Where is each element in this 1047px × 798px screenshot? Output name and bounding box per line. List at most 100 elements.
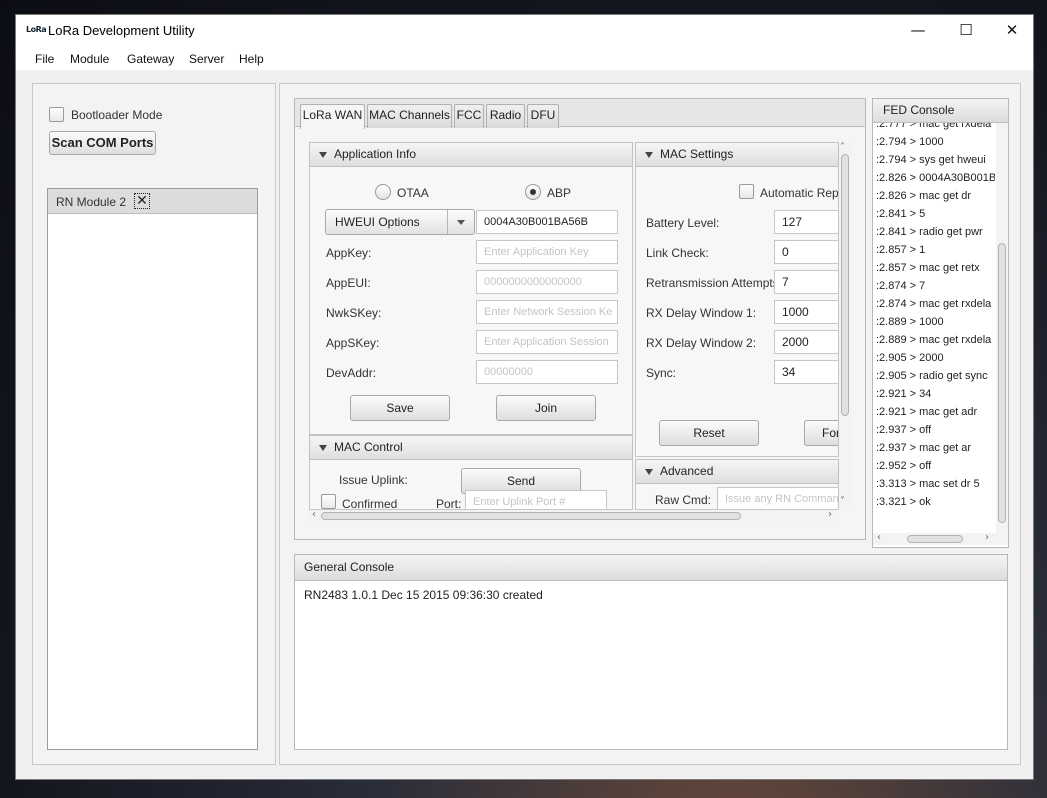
minimize-button[interactable]: —	[895, 15, 941, 45]
rx-delay-1-field[interactable]: 1000	[774, 300, 838, 324]
join-button[interactable]: Join	[496, 395, 596, 421]
mac-control-header[interactable]: MAC Control	[309, 435, 633, 460]
battery-level-field[interactable]: 127	[774, 210, 838, 234]
general-console-line[interactable]: RN2483 1.0.1 Dec 15 2015 09:36:30 create…	[304, 588, 543, 602]
menu-server[interactable]: Server	[189, 52, 224, 66]
appeui-input[interactable]: 0000000000000000	[476, 270, 618, 294]
scroll-right-icon[interactable]: ›	[828, 509, 832, 520]
scroll-right-icon[interactable]: ›	[985, 532, 989, 543]
hweui-options-label: HWEUI Options	[335, 215, 420, 229]
scroll-left-icon[interactable]: ‹	[877, 532, 881, 543]
port-label: Port:	[436, 497, 462, 510]
otaa-radio[interactable]	[375, 184, 391, 200]
tab-pane: LoRa WAN MAC Channels FCC Radio DFU Appl…	[294, 98, 866, 540]
nwkskey-label: NwkSKey:	[326, 306, 382, 320]
application-info-header[interactable]: Application Info	[309, 142, 633, 167]
automatic-reply-checkbox[interactable]	[739, 184, 754, 199]
link-check-field[interactable]: 0	[774, 240, 838, 264]
scroll-left-icon[interactable]: ‹	[312, 509, 316, 520]
tab-lora-wan[interactable]: LoRa WAN	[300, 104, 365, 129]
issue-uplink-label: Issue Uplink:	[339, 473, 408, 487]
main-content: Bootloader Mode Scan COM Ports RN Module…	[18, 83, 1031, 777]
fed-console-line: :2.889 > mac get rxdela	[876, 334, 992, 346]
appskey-label: AppSKey:	[326, 336, 380, 350]
lora-app-icon: LoRa	[26, 25, 47, 34]
tab-horizontal-scrollbar[interactable]: ‹ ›	[309, 509, 839, 522]
menu-help[interactable]: Help	[239, 52, 264, 66]
module-item-label: RN Module 2	[56, 195, 127, 209]
fed-vertical-scroll-thumb[interactable]	[998, 243, 1006, 523]
force-button[interactable]: For	[804, 420, 838, 446]
bootloader-label: Bootloader Mode	[71, 108, 163, 122]
app-window: LoRa LoRa Development Utility — ☐ ✕ File…	[15, 14, 1034, 780]
appkey-label: AppKey:	[326, 246, 372, 260]
hweui-options-dropdown[interactable]: HWEUI Options	[325, 209, 475, 235]
abp-label: ABP	[547, 186, 572, 200]
rx-delay-2-label: RX Delay Window 2:	[646, 336, 757, 350]
nwkskey-input[interactable]: Enter Network Session Ke	[476, 300, 618, 324]
fed-console-line: :2.826 > mac get dr	[876, 190, 972, 202]
retransmission-field[interactable]: 7	[774, 270, 838, 294]
menu-module[interactable]: Module	[70, 52, 109, 66]
advanced-header[interactable]: Advanced	[635, 459, 839, 484]
fed-console-line: :2.841 > 5	[876, 208, 926, 220]
mac-settings-body: Automatic Reply Battery Level: 127 Link …	[635, 167, 839, 457]
sync-field[interactable]: 34	[774, 360, 838, 384]
menu-file[interactable]: File	[35, 52, 54, 66]
mac-settings-header[interactable]: MAC Settings	[635, 142, 839, 167]
tab-fcc[interactable]: FCC	[454, 104, 484, 128]
bootloader-checkbox[interactable]	[49, 107, 64, 122]
tab-vertical-scrollbar[interactable]: ˄ ˅	[839, 142, 851, 510]
fed-console-line: :2.794 > 1000	[876, 136, 944, 148]
fed-console-line: :3.313 > mac set dr 5	[876, 478, 980, 490]
scan-com-ports-button[interactable]: Scan COM Ports	[49, 131, 156, 155]
close-button[interactable]: ✕	[989, 15, 1035, 45]
fed-console-log[interactable]: :2.777 > mac get rxdela:2.794 > 1000:2.7…	[873, 123, 995, 533]
devaddr-input[interactable]: 00000000	[476, 360, 618, 384]
fed-console-line: :2.937 > off	[876, 424, 932, 436]
fed-console-line: :3.321 > ok	[876, 496, 931, 508]
fed-console-line: :2.937 > mac get ar	[876, 442, 972, 454]
menu-bar: File Module Gateway Server Help	[16, 46, 1033, 70]
tab-radio[interactable]: Radio	[486, 104, 525, 128]
appkey-input[interactable]: Enter Application Key	[476, 240, 618, 264]
uplink-port-input[interactable]: Enter Uplink Port #	[465, 490, 607, 509]
fed-console-line: :2.857 > mac get retx	[876, 262, 980, 274]
appeui-label: AppEUI:	[326, 276, 371, 290]
raw-cmd-input[interactable]: Issue any RN Comman	[717, 487, 838, 509]
collapse-triangle-icon	[319, 152, 327, 158]
mac-control-title: MAC Control	[334, 440, 403, 454]
vertical-scroll-thumb[interactable]	[841, 154, 849, 416]
fed-horizontal-scroll-thumb[interactable]	[907, 535, 963, 543]
scroll-up-icon[interactable]: ˄	[840, 142, 845, 153]
hweui-field[interactable]: 0004A30B001BA56B	[476, 210, 618, 234]
fed-console-line: :2.921 > mac get adr	[876, 406, 978, 418]
fed-horizontal-scrollbar[interactable]: ‹ ›	[873, 532, 1008, 545]
appskey-input[interactable]: Enter Application Session	[476, 330, 618, 354]
rx-delay-2-field[interactable]: 2000	[774, 330, 838, 354]
tab-mac-channels[interactable]: MAC Channels	[367, 104, 452, 128]
collapse-triangle-icon	[645, 152, 653, 158]
fed-vertical-scrollbar[interactable]	[996, 123, 1008, 533]
tab-dfu[interactable]: DFU	[527, 104, 559, 128]
fed-console-line: :2.857 > 1	[876, 244, 926, 256]
fed-console-line: :2.841 > radio get pwr	[876, 226, 983, 238]
fed-console-line: :2.905 > 2000	[876, 352, 944, 364]
reset-button[interactable]: Reset	[659, 420, 759, 446]
menu-gateway[interactable]: Gateway	[127, 52, 174, 66]
abp-radio[interactable]	[525, 184, 541, 200]
fed-console-line: :2.952 > off	[876, 460, 932, 472]
confirmed-checkbox[interactable]	[321, 494, 336, 509]
fed-console-line: :2.794 > sys get hweui	[876, 154, 986, 166]
fed-console-line: :2.874 > mac get rxdela	[876, 298, 992, 310]
automatic-reply-label: Automatic Reply	[760, 186, 839, 200]
close-module-icon[interactable]: ✕	[134, 193, 150, 209]
scroll-down-icon[interactable]: ˅	[840, 496, 845, 507]
horizontal-scroll-thumb[interactable]	[321, 512, 741, 520]
title-bar[interactable]: LoRa LoRa Development Utility — ☐ ✕	[16, 15, 1033, 46]
module-list: RN Module 2 ✕	[47, 188, 258, 750]
maximize-button[interactable]: ☐	[943, 15, 989, 45]
save-button[interactable]: Save	[350, 395, 450, 421]
module-list-item[interactable]: RN Module 2 ✕	[48, 189, 257, 214]
fed-console-line: :2.921 > 34	[876, 388, 932, 400]
